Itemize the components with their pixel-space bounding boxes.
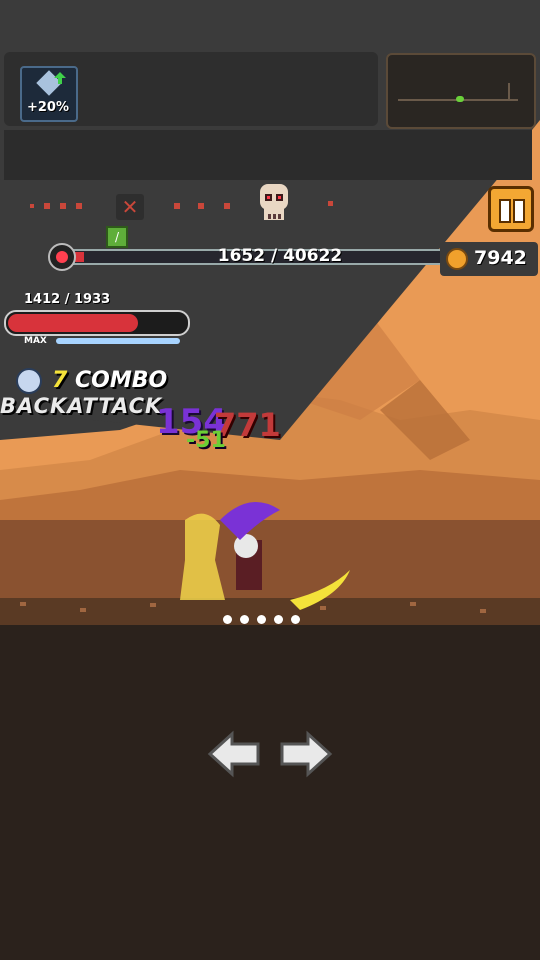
player-mp-fill — [56, 338, 180, 344]
dash-charge-dot — [223, 615, 232, 624]
right-arrow-icon[interactable] — [278, 726, 334, 782]
minimap[interactable] — [386, 53, 536, 129]
combo-count: 7 — [52, 368, 68, 393]
player-hp-fill — [8, 314, 138, 332]
dash-charge-dot — [274, 615, 283, 624]
mp-max-label: MAX — [24, 336, 47, 346]
buff-percent: +20% — [26, 100, 69, 115]
skill-name: BACKATTACK — [0, 394, 163, 418]
close-icon: ✕ — [116, 194, 144, 220]
pause-button[interactable] — [488, 186, 534, 232]
dash-charge-dot — [240, 615, 249, 624]
combo-counter: 7 COMBO — [52, 368, 167, 393]
skull-icon — [260, 184, 288, 220]
boss-hp-text: 1652 / 40622 — [217, 246, 343, 266]
notification-banner — [4, 130, 532, 180]
dash-charge-dot — [291, 615, 300, 624]
combo-label: COMBO — [74, 368, 168, 393]
player-mp-bar — [56, 338, 180, 344]
coin-value: 7942 — [474, 247, 527, 269]
sword-upgrade-icon — [36, 70, 66, 96]
combo-skill-icon — [16, 368, 42, 394]
damage-number-green: -51 — [186, 428, 226, 453]
player-hp-bar — [4, 310, 190, 336]
dash-charge-dot — [257, 615, 266, 624]
minimap-player-marker — [456, 96, 464, 102]
player-hp-text: 1412 / 1933 — [24, 292, 111, 307]
coin-icon — [446, 248, 468, 270]
stage-progress: ✕ — [30, 194, 340, 226]
left-arrow-icon[interactable] — [206, 726, 262, 782]
